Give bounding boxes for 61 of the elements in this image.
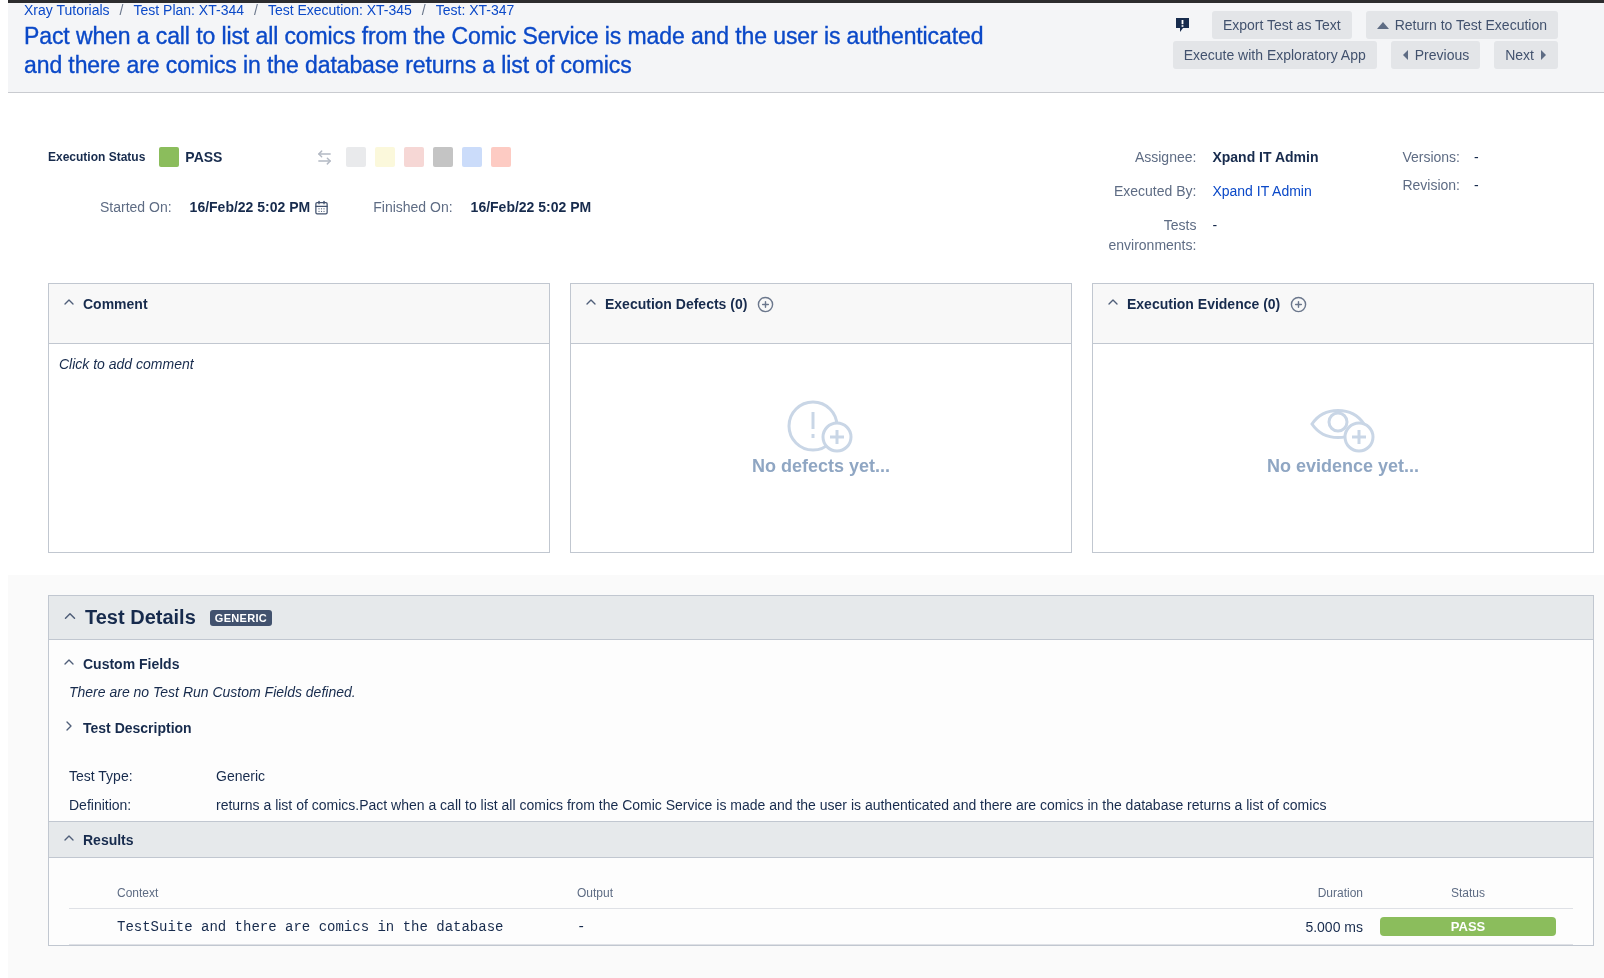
info-message: There are no Test Run Custom Fields defined. (69, 684, 357, 700)
subsection-title: Results (83, 831, 134, 848)
breadcrumb-link[interactable]: Xray Tutorials (24, 3, 110, 17)
field-label: Executed By: (1112, 182, 1197, 201)
page-title: Pact when a call to list all comics from the Comic Service is made and the user is authenticated and there are comics in the database returns a list of comics (24, 22, 985, 80)
field-value: Generic (216, 768, 267, 784)
comment-hint[interactable]: Click to add comment (49, 344, 549, 384)
breadcrumb-link[interactable]: Test Execution: XT-345 (267, 3, 412, 17)
breadcrumb-separator: / (421, 3, 426, 17)
test-type-badge: GENERIC (209, 609, 272, 626)
alert-plus-icon (787, 399, 855, 454)
field-label: Execution Status (48, 150, 146, 164)
field-label: Definition: (69, 797, 133, 813)
field-label: Test Type: (69, 768, 134, 784)
breadcrumb-separator: / (254, 3, 258, 17)
breadcrumb-link[interactable]: Test Plan: XT-344 (133, 3, 244, 17)
subsection-title: Test Description (83, 720, 192, 736)
panel-title: Comment (83, 295, 148, 314)
empty-message: No defects yet... (751, 455, 890, 477)
header-button[interactable]: Execute with Exploratory App (1172, 41, 1377, 69)
field-value: returns a list of comics.Pact when a call to list all comics from the Comic Service is made and the user is authenticated and there are comics in the database returns a list of comics (216, 797, 1328, 813)
column-header: Status (1363, 878, 1573, 909)
field-label: Tests environments: (1107, 216, 1197, 255)
field-label: Versions: (1402, 148, 1460, 167)
column-header: Duration (879, 878, 1363, 909)
column-header: Context (69, 878, 577, 909)
caret-icon (1401, 50, 1409, 60)
column-header: Output (577, 878, 880, 909)
feedback-icon[interactable] (1174, 17, 1190, 33)
empty-message: No evidence yet... (1266, 455, 1420, 477)
field-label: Revision: (1402, 176, 1460, 195)
user-link[interactable]: Xpand IT Admin (1212, 181, 1333, 201)
caret-icon (1540, 50, 1547, 60)
subsection-title: Custom Fields (83, 656, 180, 672)
field-value: Xpand IT Admin (1212, 148, 1320, 167)
table-cell: TestSuite and there are comics in the database (69, 908, 577, 945)
header-button[interactable]: Return to Test Execution (1365, 11, 1558, 39)
breadcrumb-link[interactable]: Test: XT-347 (435, 3, 515, 17)
header-button[interactable]: Previous (1390, 41, 1481, 69)
add-icon[interactable] (1290, 296, 1308, 313)
section-title: Test Details (85, 606, 196, 629)
calendar-icon[interactable] (314, 199, 330, 215)
status-value: PASS (185, 149, 223, 165)
field-value: 16/Feb/22 5:02 PM (470, 199, 592, 215)
breadcrumb-separator: / (119, 3, 124, 17)
field-value: - (1474, 176, 1480, 195)
field-label: Started On: (100, 199, 172, 215)
panel-title: Execution Defects (0) (605, 295, 748, 314)
panel-title: Execution Evidence (0) (1127, 295, 1281, 314)
add-icon[interactable] (757, 296, 775, 313)
field-label: Assignee: (1133, 148, 1197, 167)
header-button[interactable]: Next (1494, 41, 1558, 69)
status-lozenge: PASS (1380, 917, 1556, 936)
caret-icon (1376, 20, 1389, 30)
table-cell: - (577, 908, 880, 945)
field-value: - (1212, 216, 1219, 235)
field-label: Finished On: (373, 199, 453, 215)
field-value: - (1474, 148, 1480, 167)
header-button[interactable]: Export Test as Text (1211, 11, 1352, 39)
field-value: 16/Feb/22 5:02 PM (189, 199, 311, 215)
table-cell: 5.000 ms (879, 908, 1363, 945)
